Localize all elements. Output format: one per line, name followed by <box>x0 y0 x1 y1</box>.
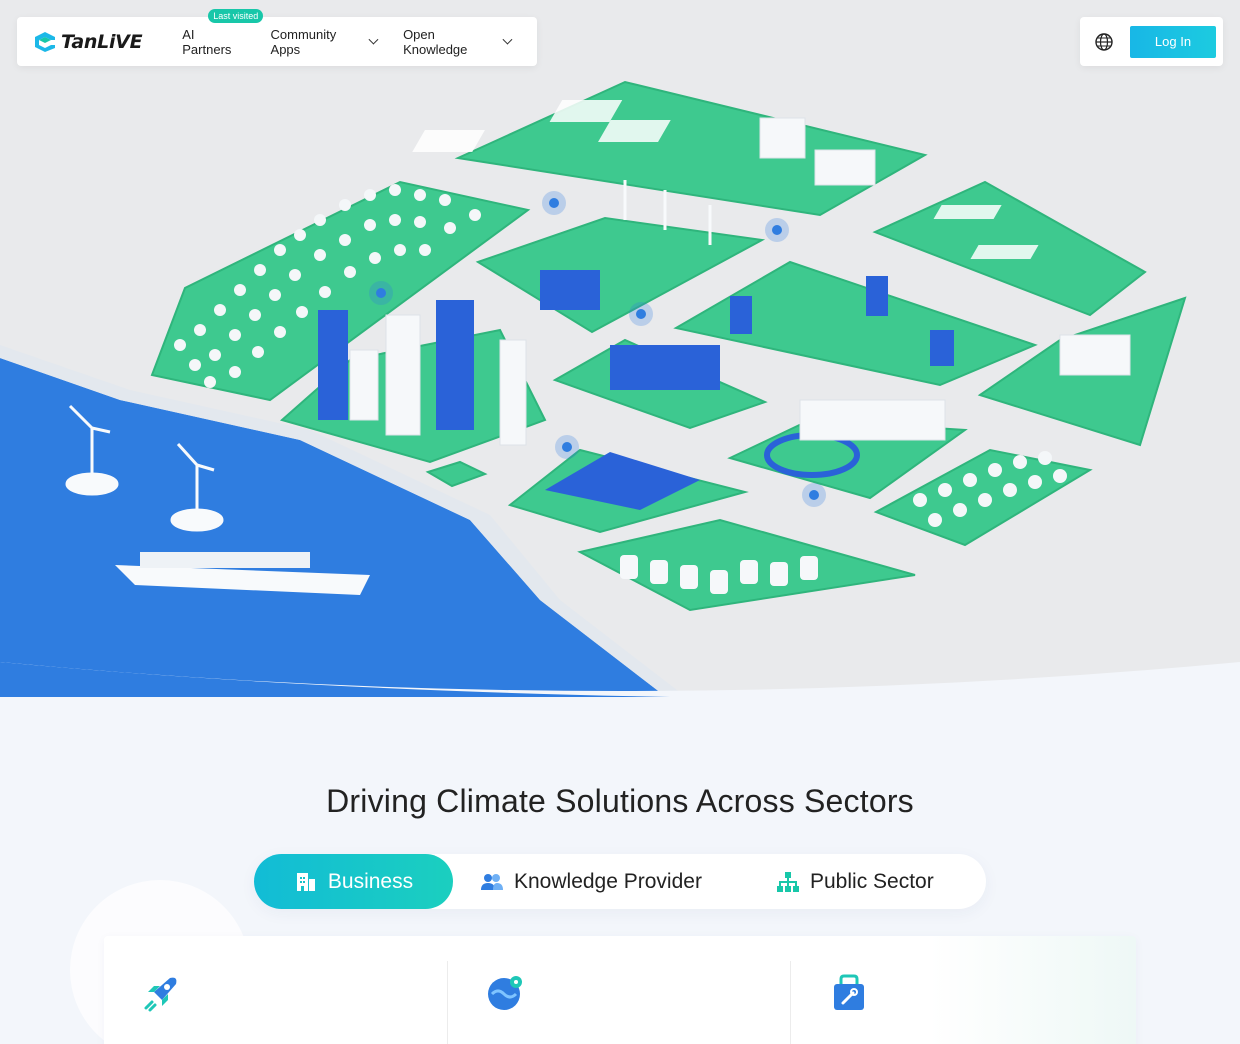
logo-text: TanLiVE <box>61 30 143 53</box>
logo[interactable]: TanLiVE <box>33 30 143 53</box>
org-chart-icon <box>777 871 799 892</box>
tab-label: Business <box>327 869 414 893</box>
people-icon <box>481 873 503 890</box>
rocket-icon <box>144 977 177 1012</box>
nav-item-ai-partners[interactable]: Last visited AI Partners <box>182 8 264 57</box>
nav-item-open-knowledge[interactable]: Open Knowledge <box>403 26 513 57</box>
business-cards <box>104 936 1136 1044</box>
login-button[interactable]: Log In <box>1130 25 1216 58</box>
globe-pin-icon <box>488 976 522 1010</box>
hero-illustration <box>0 0 1240 700</box>
top-nav: TanLiVE Last visited AI Partners Communi… <box>17 8 537 66</box>
logo-mark-icon <box>35 31 55 52</box>
card-divider <box>790 961 791 1044</box>
building-icon <box>296 872 315 891</box>
nav-item-label: Open Knowledge <box>403 26 468 57</box>
globe-icon[interactable] <box>1094 32 1114 52</box>
tab-label: Knowledge Provider <box>514 869 702 893</box>
isometric-city-illustration <box>0 80 1240 700</box>
chevron-down-icon <box>368 34 379 45</box>
nav-item-label: AI Partners <box>182 26 232 57</box>
nav-item-community-apps[interactable]: Community Apps <box>270 26 379 57</box>
top-nav-actions: Log In <box>1080 17 1223 66</box>
tab-label: Public Sector <box>810 869 934 893</box>
nav-item-label: Community Apps <box>270 26 337 57</box>
last-visited-badge: Last visited <box>208 8 264 23</box>
sector-tabs: Business Knowledge Provider Public Secto… <box>254 854 986 909</box>
card-divider <box>447 961 448 1044</box>
tab-knowledge-provider[interactable]: Knowledge Provider <box>480 854 702 909</box>
tab-business[interactable]: Business <box>254 854 453 909</box>
chevron-down-icon <box>502 34 513 45</box>
tab-public-sector[interactable]: Public Sector <box>776 854 934 909</box>
section-title: Driving Climate Solutions Across Sectors <box>326 783 914 819</box>
toolbox-icon <box>834 974 864 1010</box>
